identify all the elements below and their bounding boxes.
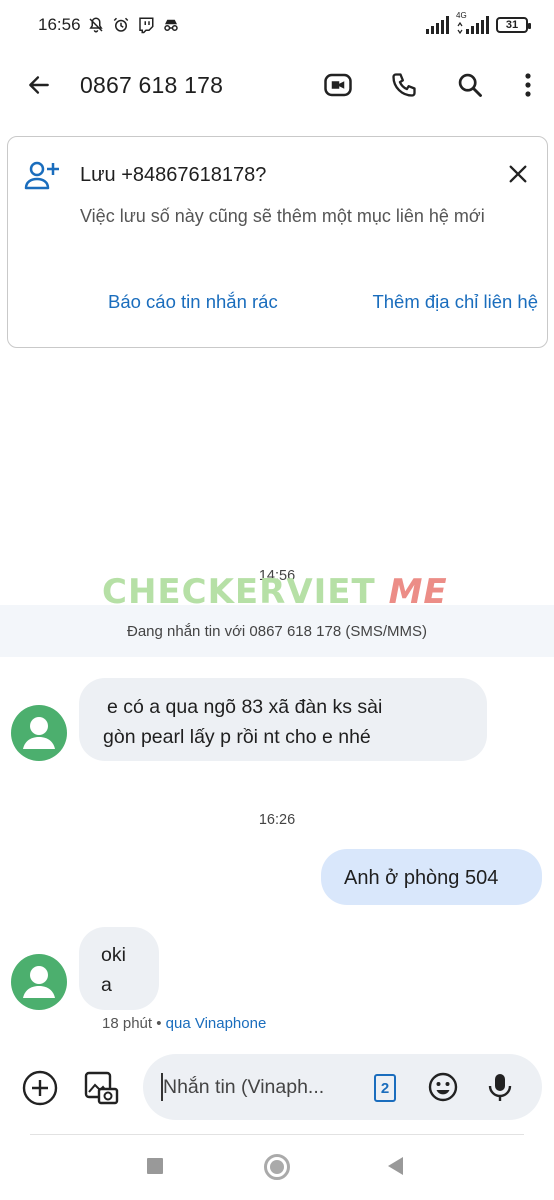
battery-icon: 31 (496, 17, 531, 33)
message-age: 18 phút (102, 1015, 153, 1032)
system-back-button[interactable] (388, 1157, 403, 1175)
add-attachment-button[interactable] (22, 1070, 58, 1111)
battery-level: 31 (505, 19, 519, 31)
save-card-description: Việc lưu số này cũng sẽ thêm một mục liê… (80, 206, 485, 226)
search-button[interactable] (452, 67, 488, 103)
incognito-icon (163, 19, 178, 31)
person-icon (23, 717, 55, 749)
status-time: 16:56 (38, 15, 81, 34)
voice-input-button[interactable] (485, 1071, 515, 1108)
person-icon (23, 966, 55, 998)
close-icon (509, 165, 527, 183)
add-circle-icon (22, 1070, 58, 1106)
microphone-icon (488, 1074, 512, 1101)
message-bubble-outgoing[interactable]: Anh ở phòng 504 (321, 849, 542, 905)
message-line: oki (101, 944, 126, 966)
divider (30, 1134, 524, 1135)
search-icon (458, 73, 482, 97)
status-bar: 16:56 4G 31 (0, 0, 554, 50)
system-navigation-bar (0, 1140, 554, 1200)
video-call-icon (324, 73, 352, 97)
signal-icon (426, 16, 449, 34)
save-card-title: Lưu +84867618178? (80, 164, 267, 186)
signal-4g-icon: 4G (456, 11, 490, 34)
message-input[interactable]: Nhắn tin (Vinaph... 2 (143, 1054, 542, 1120)
timestamp-label: 16:26 (258, 812, 296, 828)
carrier-label: qua Vinaphone (165, 1015, 267, 1032)
back-button[interactable] (24, 70, 54, 100)
home-button[interactable] (264, 1154, 290, 1180)
conversation-title: 0867 618 178 (80, 71, 224, 98)
message-line: a (101, 974, 112, 996)
message-status: 18 phút • qua Vinaphone (102, 1015, 267, 1032)
more-vert-icon (525, 73, 531, 97)
gallery-button[interactable] (83, 1070, 119, 1111)
message-text: Anh ở phòng 504 (344, 867, 499, 889)
message-input-placeholder: Nhắn tin (Vinaph... (163, 1076, 325, 1098)
contact-avatar[interactable] (11, 705, 67, 761)
sim-select-button[interactable]: 2 (374, 1074, 396, 1102)
conversation-info-banner: Đang nhắn tin với 0867 618 178 (SMS/MMS) (0, 605, 554, 657)
contact-avatar[interactable] (11, 954, 67, 1010)
report-spam-link[interactable]: Báo cáo tin nhắn rác (108, 291, 278, 313)
dismiss-card-button[interactable] (503, 159, 533, 189)
gallery-camera-icon (84, 1071, 119, 1105)
add-contact-link[interactable]: Thêm địa chỉ liên hệ (372, 291, 538, 313)
save-contact-card: Lưu +84867618178? Việc lưu số này cũng s… (7, 136, 548, 348)
call-button[interactable] (386, 67, 422, 103)
video-call-button[interactable] (320, 67, 356, 103)
emoji-button[interactable] (427, 1071, 459, 1108)
person-add-icon (24, 161, 59, 190)
recents-button[interactable] (147, 1158, 163, 1174)
alarm-icon (113, 17, 128, 32)
conversation-info-text: Đang nhắn tin với 0867 618 178 (SMS/MMS) (127, 622, 427, 640)
phone-icon (392, 73, 416, 97)
sim-slot-number: 2 (380, 1079, 390, 1097)
more-options-button[interactable] (518, 67, 538, 103)
app-bar: 0867 618 178 (0, 50, 554, 120)
emoji-icon (428, 1072, 458, 1102)
message-bubble-incoming[interactable]: e có a qua ngõ 83 xã đàn ks sài gòn pear… (79, 678, 487, 761)
message-line: gòn pearl lấy p rồi nt cho e nhé (103, 726, 371, 748)
back-arrow-icon (29, 76, 49, 94)
twitch-icon (138, 17, 154, 34)
message-line: e có a qua ngõ 83 xã đàn ks sài (107, 696, 383, 718)
composer: Nhắn tin (Vinaph... 2 (0, 1050, 554, 1126)
mute-icon (88, 17, 103, 33)
message-bubble-incoming[interactable]: oki a (79, 927, 159, 1010)
